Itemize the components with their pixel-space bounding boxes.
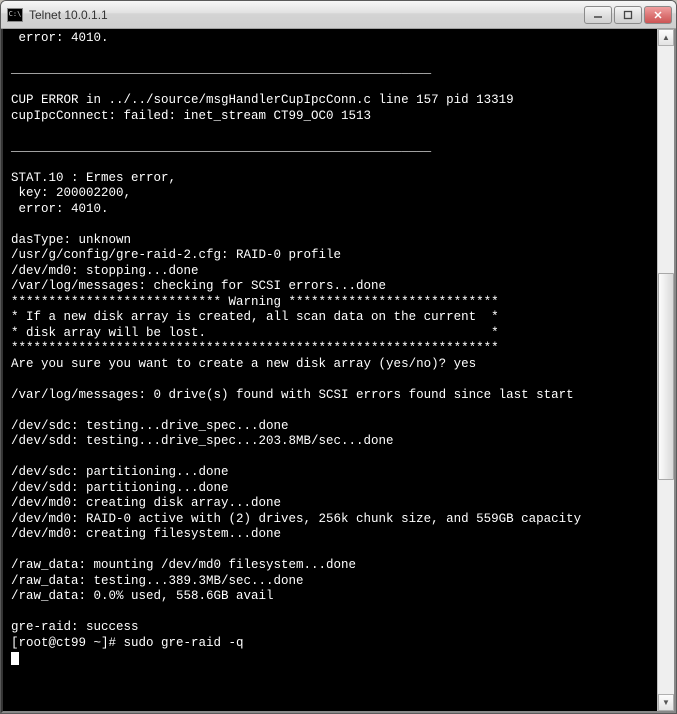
chevron-up-icon: ▲ [662, 34, 670, 42]
terminal-output[interactable]: error: 4010. ___________________________… [3, 29, 657, 711]
shell-prompt: [root@ct99 ~]# [11, 636, 124, 650]
maximize-button[interactable] [614, 6, 642, 24]
window-controls [584, 6, 672, 24]
telnet-window: Telnet 10.0.1.1 error: 4010. ___________… [0, 0, 677, 714]
app-icon [7, 8, 23, 22]
prompt-line: [root@ct99 ~]# sudo gre-raid -q [11, 636, 244, 650]
typed-command: sudo gre-raid -q [124, 636, 244, 650]
cursor [11, 652, 19, 665]
titlebar[interactable]: Telnet 10.0.1.1 [1, 1, 676, 29]
maximize-icon [623, 10, 633, 20]
close-button[interactable] [644, 6, 672, 24]
close-icon [653, 10, 663, 20]
terminal-area: error: 4010. ___________________________… [1, 29, 676, 713]
minimize-button[interactable] [584, 6, 612, 24]
scroll-thumb[interactable] [658, 273, 674, 480]
minimize-icon [593, 10, 603, 20]
scrollbar: ▲ ▼ [657, 29, 674, 711]
window-title: Telnet 10.0.1.1 [29, 8, 584, 22]
chevron-down-icon: ▼ [662, 699, 670, 707]
terminal-lines: error: 4010. ___________________________… [11, 31, 581, 634]
scroll-track[interactable] [658, 46, 674, 694]
scroll-up-button[interactable]: ▲ [658, 29, 674, 46]
scroll-down-button[interactable]: ▼ [658, 694, 674, 711]
